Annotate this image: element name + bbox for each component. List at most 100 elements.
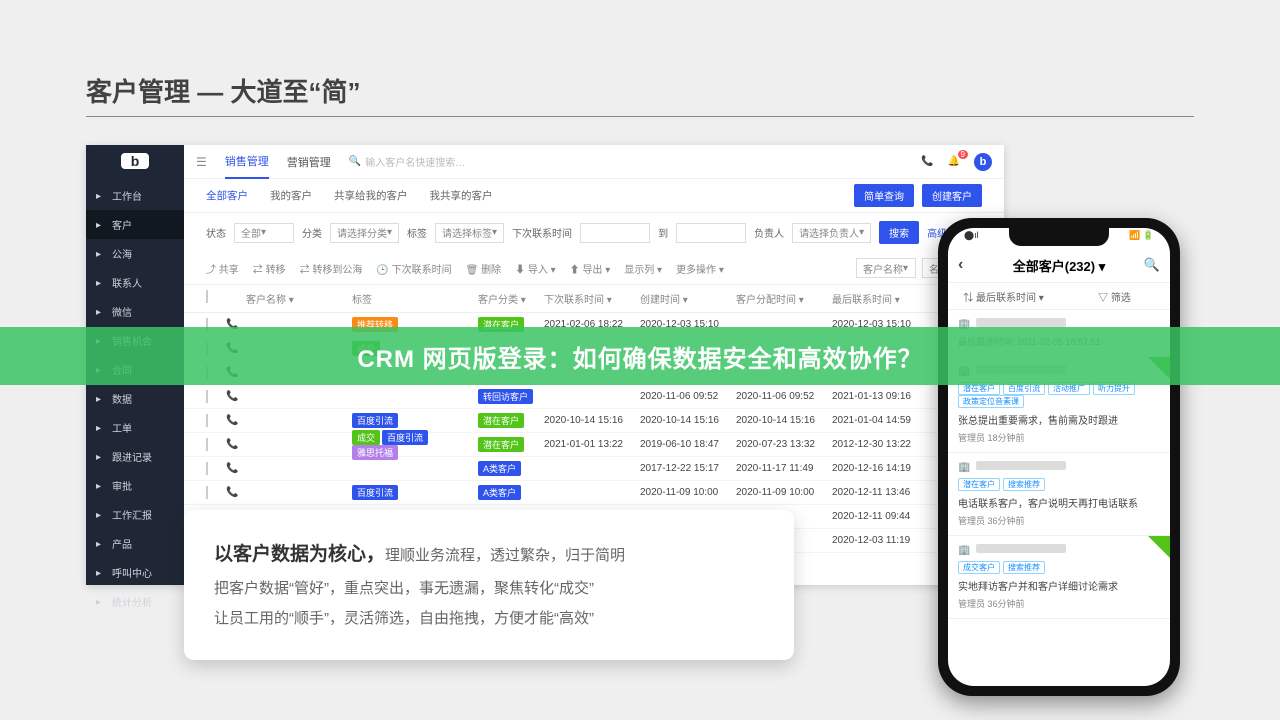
logo-icon: b (121, 153, 149, 169)
nav-icon: ▸ (96, 249, 106, 259)
phone-icon[interactable]: 📞 (226, 487, 240, 498)
label-next-contact: 下次联系时间 (512, 225, 572, 240)
search-icon[interactable]: 🔍 (1144, 257, 1160, 273)
row-checkbox[interactable] (206, 414, 208, 427)
sidebar-item-13[interactable]: ▸呼叫中心 (86, 558, 184, 587)
row-checkbox[interactable] (206, 438, 208, 451)
subtab-i-shared[interactable]: 我共享的客户 (430, 188, 493, 203)
tool-more[interactable]: 更多操作 ▾ (676, 261, 724, 276)
sidebar-item-14[interactable]: ▸统计分析 (86, 587, 184, 616)
global-search[interactable]: 🔍 输入客户名快速搜索… (349, 154, 465, 169)
phone-mockup: ⬤ıl18:59📶 🔋 ‹ 全部客户(232) ▾ 🔍 ⇅ 最后联系时间 ▾ ▽… (938, 218, 1180, 696)
sidebar-item-10[interactable]: ▸审批 (86, 471, 184, 500)
tool-transfer[interactable]: ⇄ 转移 (253, 261, 286, 276)
col-last[interactable]: 最后联系时间 ▾ (832, 291, 922, 306)
top-tab-sales[interactable]: 销售管理 (225, 145, 269, 179)
nav-icon: ▸ (96, 191, 106, 201)
nav-icon: ▸ (96, 452, 106, 462)
table-row[interactable]: 📞转回访客户2020-11-06 09:522020-11-06 09:5220… (184, 385, 1004, 409)
date-from-input[interactable] (580, 223, 650, 243)
table-header: 客户名称 ▾ 标签 客户分类 ▾ 下次联系时间 ▾ 创建时间 ▾ 客户分配时间 … (184, 285, 1004, 313)
col-next[interactable]: 下次联系时间 ▾ (544, 291, 634, 306)
nav-icon: ▸ (96, 220, 106, 230)
caption-l2: 把客户数据“管好”，重点突出，事无遗漏，聚焦转化“成交” (214, 574, 764, 604)
sidebar-item-0[interactable]: ▸工作台 (86, 181, 184, 210)
tool-import[interactable]: ⬇ 导入 ▾ (515, 261, 556, 276)
row-checkbox[interactable] (206, 486, 208, 499)
subtabs: 全部客户 我的客户 共享给我的客户 我共享的客户 简单查询 创建客户 (184, 179, 1004, 213)
back-icon[interactable]: ‹ (958, 256, 963, 274)
search-button[interactable]: 搜索 (879, 221, 919, 244)
overlay-banner: CRM 网页版登录：如何确保数据安全和高效协作？ (0, 327, 1280, 385)
col-tag[interactable]: 标签 (352, 291, 472, 306)
sidebar-item-8[interactable]: ▸工单 (86, 413, 184, 442)
simple-query-button[interactable]: 简单查询 (854, 184, 914, 207)
phone-list-item[interactable]: 🏢潜在客户搜索推荐电话联系客户，客户说明天再打电话联系管理员 36分钟前 (948, 453, 1170, 536)
toolbar: ⤴ 共享 ⇄ 转移 ⇄ 转移到公海 🕒 下次联系时间 🗑 删除 ⬇ 导入 ▾ ⬆… (184, 252, 1004, 285)
sort-select[interactable]: 客户名称 ▾ (856, 258, 916, 278)
phone-icon[interactable]: 📞 (226, 391, 240, 402)
date-to-input[interactable] (676, 223, 746, 243)
nav-icon: ▸ (96, 481, 106, 491)
search-icon: 🔍 (349, 156, 361, 167)
bell-badge: 9 (958, 150, 968, 159)
row-checkbox[interactable] (206, 462, 208, 475)
bell-icon[interactable]: 🔔9 (948, 156, 960, 167)
sidebar-item-3[interactable]: ▸联系人 (86, 268, 184, 297)
sidebar-item-4[interactable]: ▸微信 (86, 297, 184, 326)
table-row[interactable]: 📞百度引流潜在客户2020-10-14 15:162020-10-14 15:1… (184, 409, 1004, 433)
corner-badge (1148, 536, 1170, 558)
owner-select[interactable]: 请选择负责人 ▾ (792, 223, 871, 243)
col-created[interactable]: 创建时间 ▾ (640, 291, 730, 306)
phone-title[interactable]: 全部客户(232) ▾ (1013, 256, 1106, 275)
col-assign[interactable]: 客户分配时间 ▾ (736, 291, 826, 306)
tool-columns[interactable]: 显示列 ▾ (624, 261, 662, 276)
menu-icon[interactable]: ☰ (196, 155, 207, 169)
sidebar-item-2[interactable]: ▸公海 (86, 239, 184, 268)
nav-icon: ▸ (96, 597, 106, 607)
status-select[interactable]: 全部 ▾ (234, 223, 294, 243)
table-row[interactable]: 📞百度引流A类客户2020-11-09 10:002020-11-09 10:0… (184, 481, 1004, 505)
row-checkbox[interactable] (206, 390, 208, 403)
table-row[interactable]: 📞A类客户2017-12-22 15:172020-11-17 11:49202… (184, 457, 1004, 481)
phone-notch (1009, 228, 1109, 246)
tag-select[interactable]: 请选择标签 ▾ (435, 223, 504, 243)
phone-icon[interactable]: 📞 (921, 156, 933, 167)
sidebar-item-9[interactable]: ▸跟进记录 (86, 442, 184, 471)
sidebar-item-1[interactable]: ▸客户 (86, 210, 184, 239)
col-name[interactable]: 客户名称 ▾ (246, 291, 346, 306)
sidebar-item-11[interactable]: ▸工作汇报 (86, 500, 184, 529)
filter-bar: 状态 全部 ▾ 分类 请选择分类 ▾ 标签 请选择标签 ▾ 下次联系时间 到 负… (184, 213, 1004, 252)
caption-box: 以客户数据为核心，理顺业务流程，透过繁杂，归于简明 把客户数据“管好”，重点突出… (184, 510, 794, 660)
tool-export[interactable]: ⬆ 导出 ▾ (570, 261, 611, 276)
phone-sort[interactable]: ⇅ 最后联系时间 ▾ (948, 289, 1059, 304)
tool-share[interactable]: ⤴ 共享 (206, 261, 239, 276)
category-select[interactable]: 请选择分类 ▾ (330, 223, 399, 243)
slide-title: 客户管理 — 大道至“简” (86, 72, 360, 109)
phone-icon[interactable]: 📞 (226, 415, 240, 426)
subtab-all[interactable]: 全部客户 (206, 188, 248, 203)
phone-header: ‹ 全部客户(232) ▾ 🔍 (948, 248, 1170, 282)
phone-icon[interactable]: 📞 (226, 463, 240, 474)
top-tab-marketing[interactable]: 营销管理 (287, 146, 331, 178)
select-all-checkbox[interactable] (206, 290, 208, 303)
table-row[interactable]: 📞成交百度引流雅思托福潜在客户2021-01-01 13:222019-06-1… (184, 433, 1004, 457)
phone-list-item[interactable]: 🏢成交客户搜索推荐实地拜访客户并和客户详细讨论需求管理员 36分钟前 (948, 536, 1170, 619)
phone-filter[interactable]: ▽ 筛选 (1059, 289, 1170, 304)
subtab-mine[interactable]: 我的客户 (270, 188, 312, 203)
brand-icon[interactable]: b (974, 153, 992, 171)
sidebar-item-7[interactable]: ▸数据 (86, 384, 184, 413)
label-tag: 标签 (407, 225, 427, 240)
col-category[interactable]: 客户分类 ▾ (478, 291, 538, 306)
subtab-shared-to-me[interactable]: 共享给我的客户 (334, 188, 408, 203)
create-customer-button[interactable]: 创建客户 (922, 184, 982, 207)
nav-icon: ▸ (96, 539, 106, 549)
sidebar-item-12[interactable]: ▸产品 (86, 529, 184, 558)
phone-icon[interactable]: 📞 (226, 439, 240, 450)
label-status: 状态 (206, 225, 226, 240)
tool-next-time[interactable]: 🕒 下次联系时间 (376, 261, 451, 276)
tool-to-sea[interactable]: ⇄ 转移到公海 (300, 261, 363, 276)
nav-icon: ▸ (96, 307, 106, 317)
tool-delete[interactable]: 🗑 删除 (466, 261, 501, 276)
nav-icon: ▸ (96, 394, 106, 404)
